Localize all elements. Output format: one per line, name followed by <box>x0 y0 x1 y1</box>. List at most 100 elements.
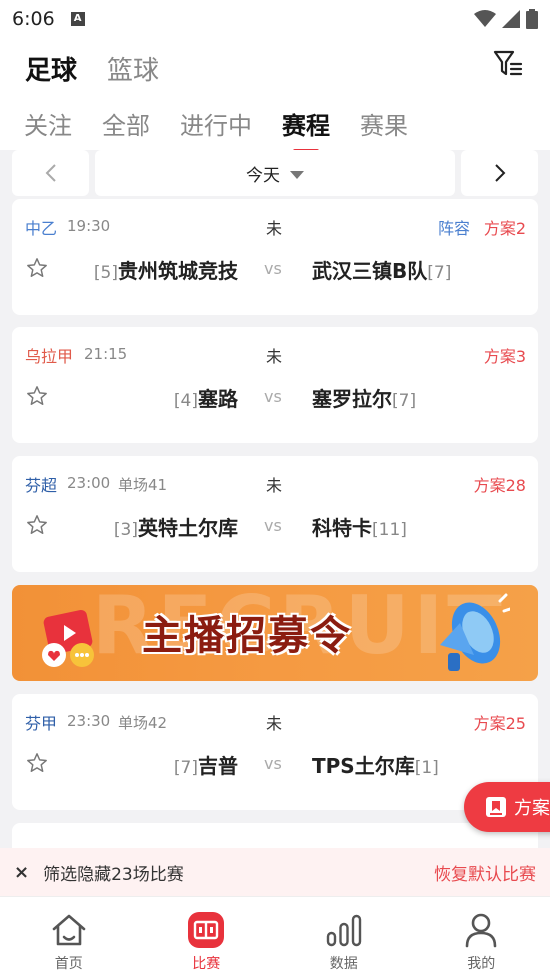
bottom-nav: 首页 比赛 数据 我的 <box>0 896 550 979</box>
match-status: 未 <box>266 347 283 366</box>
plan-book-icon <box>486 797 506 817</box>
hidden-matches-bar: × 筛选隐藏23场比赛 恢复默认比赛 <box>0 848 550 896</box>
match-round: 单场41 <box>118 476 168 494</box>
home-team-name: 塞路 <box>198 387 238 411</box>
tab-results[interactable]: 赛果 <box>360 106 408 141</box>
status-time: 6:06 <box>12 8 55 30</box>
star-icon[interactable] <box>26 752 48 774</box>
vs-label: vs <box>264 516 282 535</box>
nav-profile[interactable]: 我的 <box>413 897 550 979</box>
home-team[interactable]: [4]塞路 <box>174 383 238 412</box>
lineup-link[interactable]: 阵容 <box>438 215 470 239</box>
tab-live[interactable]: 进行中 <box>180 106 252 141</box>
plan-float-label: 方案 <box>514 798 550 819</box>
home-team[interactable]: [7]吉普 <box>174 750 238 779</box>
battery-icon <box>526 9 538 29</box>
league-label: 芬超 <box>25 476 58 495</box>
hidden-matches-text: 筛选隐藏23场比赛 <box>43 864 184 885</box>
signal-icon <box>502 10 520 28</box>
tab-all[interactable]: 全部 <box>102 106 150 141</box>
star-icon[interactable] <box>26 257 48 279</box>
match-status: 未 <box>266 714 283 733</box>
home-rank: [5] <box>93 263 118 283</box>
banner-title: 主播招募令 <box>142 613 352 659</box>
home-team-name: 吉普 <box>198 754 238 778</box>
home-rank: [3] <box>113 520 138 540</box>
date-selector[interactable]: 今天 <box>95 150 455 196</box>
league-label: 乌拉甲 <box>25 347 74 366</box>
away-team-name: 武汉三镇B队 <box>312 259 428 283</box>
match-card[interactable]: 乌拉甲 21:15 未 方案3 [4]塞路 vs 塞罗拉尔[7] <box>12 327 538 443</box>
chevron-right-icon <box>494 164 505 182</box>
chevron-left-icon <box>45 164 56 182</box>
restore-default-link[interactable]: 恢复默认比赛 <box>434 860 536 885</box>
league-label: 中乙 <box>25 219 58 238</box>
tab-schedule[interactable]: 赛程 <box>282 106 330 141</box>
date-bar: 今天 <box>0 150 550 200</box>
megaphone-icon <box>440 593 510 671</box>
star-icon[interactable] <box>26 514 48 536</box>
match-card[interactable]: 芬甲 23:30 单场42 未 方案25 [7]吉普 vs TPS土尔库[1] <box>12 694 538 810</box>
close-icon[interactable]: × <box>14 862 29 883</box>
away-rank: [7] <box>392 391 417 411</box>
plan-link[interactable]: 方案28 <box>474 472 526 496</box>
home-rank: [7] <box>173 758 198 778</box>
away-team[interactable]: TPS土尔库[1] <box>312 750 439 779</box>
away-team-name: 塞罗拉尔 <box>312 387 392 411</box>
nav-profile-label: 我的 <box>467 956 496 972</box>
home-icon <box>52 914 86 946</box>
nav-match[interactable]: 比赛 <box>138 897 276 979</box>
video-chat-icon <box>42 609 94 667</box>
home-rank: [4] <box>173 391 198 411</box>
away-team[interactable]: 武汉三镇B队[7] <box>312 255 451 284</box>
vs-label: vs <box>264 754 282 773</box>
profile-icon <box>465 913 497 948</box>
date-label: 今天 <box>246 165 280 186</box>
plan-link[interactable]: 方案25 <box>474 710 526 734</box>
nav-data[interactable]: 数据 <box>275 897 413 979</box>
away-team-name: TPS土尔库 <box>312 754 415 778</box>
nav-data-label: 数据 <box>329 956 358 972</box>
header: 足球 篮球 关注 全部 进行中 赛程 赛果 <box>0 38 550 150</box>
plan-link[interactable]: 方案3 <box>484 343 526 367</box>
tab-football[interactable]: 足球 <box>25 50 77 87</box>
match-card[interactable]: 芬超 23:00 单场41 未 方案28 [3]英特土尔库 vs 科特卡[11] <box>12 456 538 572</box>
sport-tabs: 足球 篮球 <box>25 50 159 87</box>
wifi-icon <box>474 10 496 27</box>
date-prev-button[interactable] <box>12 150 89 196</box>
filter-icon[interactable] <box>492 48 524 80</box>
tab-follow[interactable]: 关注 <box>24 106 72 141</box>
away-rank: [7] <box>427 263 452 283</box>
match-time: 21:15 <box>84 345 128 363</box>
away-team[interactable]: 塞罗拉尔[7] <box>312 383 416 412</box>
away-team-name: 科特卡 <box>312 516 372 540</box>
match-card[interactable]: 中乙 19:30 未 阵容 方案2 [5]贵州筑城竞技 vs 武汉三镇B队[7] <box>12 199 538 315</box>
plan-link[interactable]: 方案2 <box>484 215 526 239</box>
nav-home[interactable]: 首页 <box>0 897 138 979</box>
home-team[interactable]: [3]英特土尔库 <box>114 512 238 541</box>
match-icon <box>188 912 225 948</box>
sub-tabs: 关注 全部 进行中 赛程 赛果 <box>24 106 408 141</box>
nav-match-label: 比赛 <box>192 956 221 972</box>
status-bar: 6:06 A <box>0 0 550 38</box>
match-status: 未 <box>266 476 283 495</box>
vs-label: vs <box>264 259 282 278</box>
match-time: 23:30 <box>67 712 111 730</box>
star-icon[interactable] <box>26 385 48 407</box>
match-status: 未 <box>266 219 283 238</box>
data-icon <box>326 914 361 947</box>
recruit-banner[interactable]: RECRUIT 主播招募令 <box>12 585 538 681</box>
match-round: 单场42 <box>118 714 168 732</box>
nav-home-label: 首页 <box>54 956 83 972</box>
home-team[interactable]: [5]贵州筑城竞技 <box>94 255 238 284</box>
tab-basketball[interactable]: 篮球 <box>107 50 159 87</box>
league-label: 芬甲 <box>25 714 58 733</box>
home-team-name: 英特土尔库 <box>138 516 238 540</box>
notification-icon: A <box>70 12 85 26</box>
away-team[interactable]: 科特卡[11] <box>312 512 407 541</box>
plan-float-button[interactable]: 方案 <box>464 782 550 832</box>
match-time: 23:00 <box>67 474 111 492</box>
away-rank: [1] <box>414 758 439 778</box>
date-next-button[interactable] <box>461 150 538 196</box>
vs-label: vs <box>264 387 282 406</box>
